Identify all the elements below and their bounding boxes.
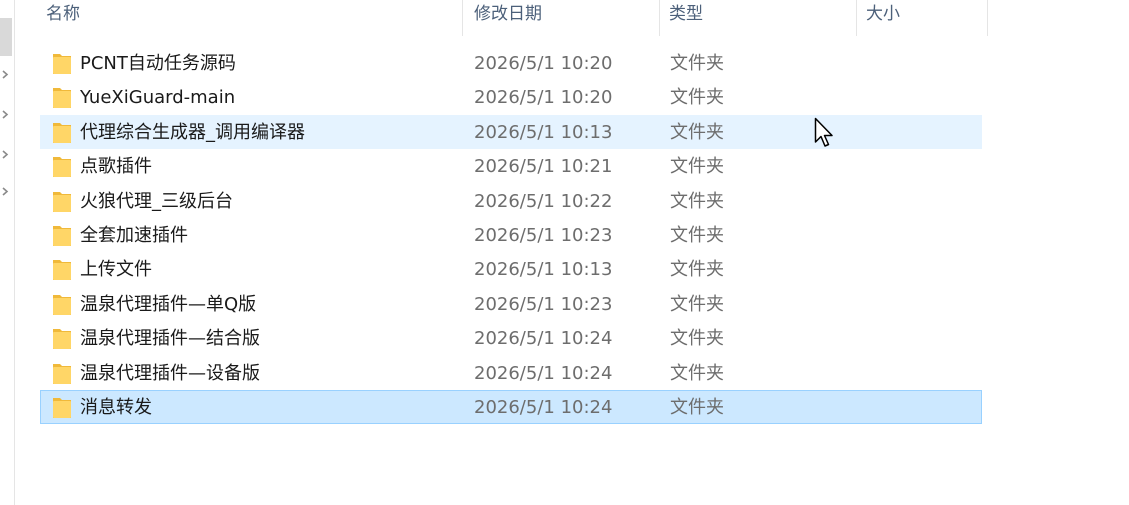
file-modified-date: 2026/5/1 10:22 xyxy=(474,190,613,212)
column-header-bar: 名称 修改日期 类型 大小 xyxy=(14,0,989,36)
file-name: 火狼代理_三级后台 xyxy=(80,190,233,212)
file-type: 文件夹 xyxy=(670,396,724,418)
file-modified-date: 2026/5/1 10:23 xyxy=(474,293,613,315)
column-divider[interactable] xyxy=(987,0,988,36)
file-modified-date: 2026/5/1 10:24 xyxy=(474,362,613,384)
file-list: PCNT自动任务源码 2026/5/1 10:20 文件夹 YueXiGuard-ma… xyxy=(40,46,982,425)
folder-icon xyxy=(53,54,71,74)
chevron-right-icon[interactable] xyxy=(1,110,10,119)
file-row[interactable]: 消息转发 2026/5/1 10:24 文件夹 xyxy=(40,389,982,425)
file-modified-date: 2026/5/1 10:23 xyxy=(474,224,613,246)
column-divider[interactable] xyxy=(659,0,660,36)
folder-icon xyxy=(53,397,71,418)
file-type: 文件夹 xyxy=(670,362,724,384)
folder-icon xyxy=(53,157,71,178)
file-modified-date: 2026/5/1 10:24 xyxy=(474,328,613,350)
file-type: 文件夹 xyxy=(670,121,724,143)
file-modified-date: 2026/5/1 10:20 xyxy=(474,87,613,109)
file-row[interactable]: 温泉代理插件—结合版 2026/5/1 10:24 文件夹 xyxy=(40,321,982,355)
column-divider[interactable] xyxy=(856,0,857,36)
folder-icon xyxy=(53,225,71,246)
file-name: 全套加速插件 xyxy=(80,224,188,246)
file-modified-date: 2026/5/1 10:24 xyxy=(474,396,613,418)
file-type: 文件夹 xyxy=(670,293,724,315)
file-type: 文件夹 xyxy=(670,328,724,350)
file-type: 文件夹 xyxy=(670,53,724,74)
navigation-pane[interactable] xyxy=(0,0,15,505)
file-row[interactable]: 火狼代理_三级后台 2026/5/1 10:22 文件夹 xyxy=(40,184,982,218)
file-modified-date: 2026/5/1 10:13 xyxy=(474,259,613,281)
nav-selected-item[interactable] xyxy=(0,18,12,56)
file-modified-date: 2026/5/1 10:20 xyxy=(474,53,613,74)
chevron-right-icon[interactable] xyxy=(1,70,10,79)
file-name: 消息转发 xyxy=(80,396,152,418)
mouse-pointer-icon xyxy=(814,117,833,147)
folder-icon xyxy=(53,260,71,281)
file-row[interactable]: 上传文件 2026/5/1 10:13 文件夹 xyxy=(40,252,982,286)
chevron-right-icon[interactable] xyxy=(1,150,10,159)
file-name: YueXiGuard-main xyxy=(80,87,236,109)
file-name: 温泉代理插件—单Q版 xyxy=(80,293,257,315)
file-name: 温泉代理插件—设备版 xyxy=(80,362,260,384)
column-header-type[interactable]: 类型 xyxy=(661,0,855,36)
folder-icon xyxy=(53,294,71,315)
file-row[interactable]: 点歌插件 2026/5/1 10:21 文件夹 xyxy=(40,149,982,183)
file-row[interactable]: 温泉代理插件—设备版 2026/5/1 10:24 文件夹 xyxy=(40,356,982,390)
file-row[interactable]: YueXiGuard-main 2026/5/1 10:20 文件夹 xyxy=(40,80,982,114)
file-type: 文件夹 xyxy=(670,156,724,178)
chevron-right-icon[interactable] xyxy=(1,187,10,196)
file-row[interactable]: 全套加速插件 2026/5/1 10:23 文件夹 xyxy=(40,218,982,252)
folder-icon xyxy=(53,329,71,350)
file-row[interactable]: PCNT自动任务源码 2026/5/1 10:20 文件夹 xyxy=(40,46,982,80)
file-row[interactable]: 代理综合生成器_调用编译器 2026/5/1 10:13 文件夹 xyxy=(40,114,982,150)
file-type: 文件夹 xyxy=(670,259,724,281)
file-row[interactable]: 温泉代理插件—单Q版 2026/5/1 10:23 文件夹 xyxy=(40,287,982,321)
file-type: 文件夹 xyxy=(670,190,724,212)
file-name: 上传文件 xyxy=(80,259,152,281)
file-name: 代理综合生成器_调用编译器 xyxy=(80,121,305,143)
folder-icon xyxy=(53,363,71,384)
file-explorer-window: 名称 修改日期 类型 大小 PCNT自动任务源码 2026/5/1 10:20 文件… xyxy=(0,0,1129,505)
file-name: 点歌插件 xyxy=(80,156,152,178)
file-name: 温泉代理插件—结合版 xyxy=(80,328,260,350)
file-modified-date: 2026/5/1 10:21 xyxy=(474,156,613,178)
file-type: 文件夹 xyxy=(670,224,724,246)
file-name: PCNT自动任务源码 xyxy=(80,53,236,74)
folder-icon xyxy=(53,122,71,143)
file-modified-date: 2026/5/1 10:13 xyxy=(474,121,613,143)
column-header-size[interactable]: 大小 xyxy=(858,0,986,36)
column-divider[interactable] xyxy=(462,0,463,36)
folder-icon xyxy=(53,88,71,109)
column-header-modified[interactable]: 修改日期 xyxy=(466,0,658,36)
column-header-name[interactable]: 名称 xyxy=(38,0,462,36)
file-type: 文件夹 xyxy=(670,87,724,109)
folder-icon xyxy=(53,191,71,212)
